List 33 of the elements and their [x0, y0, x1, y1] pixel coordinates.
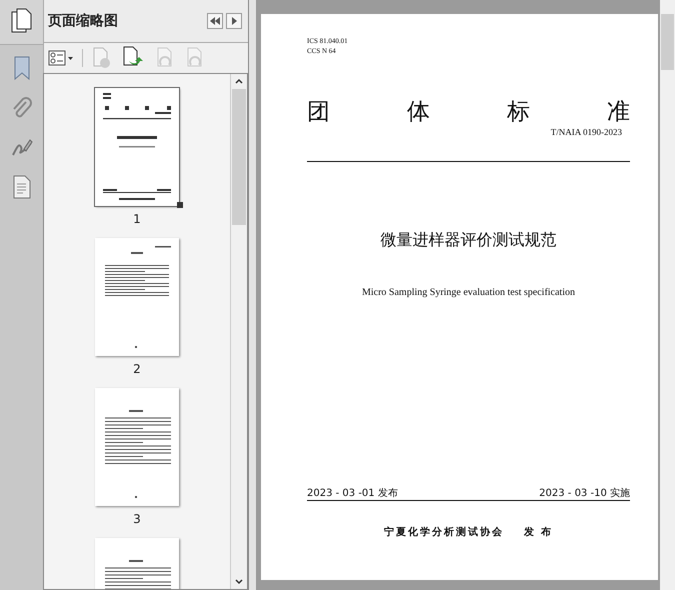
standard-type-character: 准 — [607, 98, 630, 127]
publisher-name: 宁夏化学分析测试协会 — [384, 525, 504, 539]
page-number: 3 — [133, 512, 141, 526]
panel-title: 页面缩略图 — [48, 12, 119, 30]
pages-icon[interactable] — [10, 8, 34, 34]
page-thumbnail-drawing[interactable] — [95, 88, 179, 206]
bookmark-icon[interactable] — [12, 55, 32, 81]
double-left-arrow-icon — [209, 16, 221, 26]
scrollbar[interactable] — [230, 74, 247, 589]
standard-number: T/NAIA 0190-2023 — [550, 127, 622, 137]
document-title: 微量进样器评价测试规范 — [380, 230, 556, 251]
options-menu-icon[interactable] — [48, 50, 74, 66]
page-number: 2 — [133, 362, 141, 376]
right-arrow-icon — [230, 16, 238, 26]
publish-date: 2023 - 03 -01 发布 — [307, 487, 398, 500]
document-subtitle: Micro Sampling Syringe evaluation test specification — [362, 287, 575, 298]
publish-label: 发 布 — [524, 526, 554, 539]
scroll-down-icon[interactable] — [235, 579, 243, 585]
panel-splitter[interactable] — [249, 0, 257, 590]
collapse-button[interactable] — [207, 13, 223, 29]
page-thumbnail-drawing[interactable] — [95, 388, 179, 506]
standard-type-character: 标 — [507, 98, 530, 127]
effective-date: 2023 - 03 -10 实施 — [539, 486, 630, 500]
scrollbar-thumb[interactable] — [232, 89, 246, 225]
standard-type-character: 团 — [307, 98, 330, 127]
page-thumbnail-drawing[interactable] — [95, 238, 179, 356]
document-icon[interactable] — [12, 175, 32, 199]
current-view-handle[interactable] — [177, 202, 183, 208]
expand-button[interactable] — [226, 13, 242, 29]
page-number: 1 — [133, 212, 141, 226]
scroll-up-icon[interactable] — [235, 78, 243, 84]
scrollbar-thumb[interactable] — [661, 14, 674, 70]
standard-type-character: 体 — [407, 98, 430, 127]
